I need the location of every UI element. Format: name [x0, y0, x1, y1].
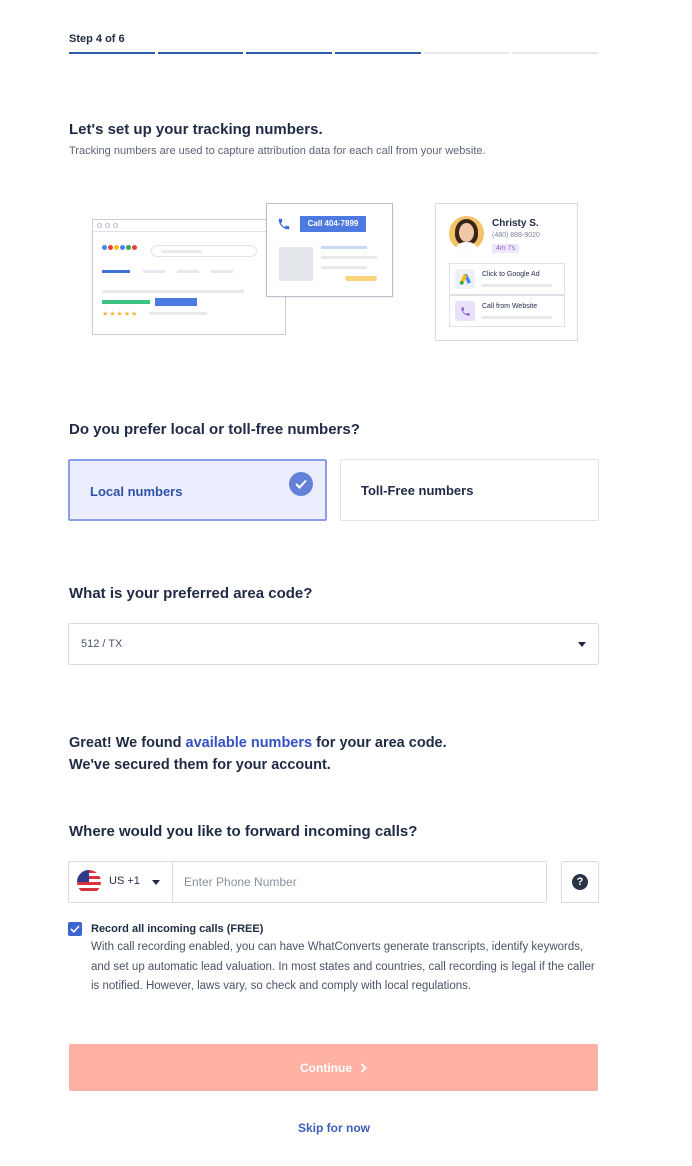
image-placeholder — [279, 247, 313, 281]
progress-segment — [157, 52, 244, 54]
option-label: Local numbers — [90, 484, 183, 499]
chevron-down-icon — [152, 880, 160, 885]
contact-phone: (480) 888-9020 — [492, 232, 540, 239]
record-calls-label[interactable]: Record all incoming calls (FREE) — [91, 923, 263, 935]
country-code-label: US +1 — [109, 875, 140, 887]
search-bar-mockup — [151, 245, 257, 257]
contact-name: Christy S. — [492, 218, 539, 229]
area-code-question: What is your preferred area code? — [69, 585, 313, 602]
progress-bar — [69, 52, 599, 55]
forwarding-question: Where would you like to forward incoming… — [69, 823, 418, 840]
help-button[interactable]: ? — [561, 861, 599, 903]
local-numbers-option[interactable]: Local numbers — [68, 459, 327, 521]
checkmark-icon — [70, 925, 80, 933]
phone-icon — [278, 218, 290, 230]
phone-number-field: US +1 — [68, 861, 547, 903]
step-indicator: Step 4 of 6 — [69, 33, 125, 45]
phone-icon — [455, 301, 475, 321]
tracking-illustration: ★★★★★ Call 404-7899 Christy S. (480) 888… — [0, 195, 692, 355]
lead-source-label: Click to Google Ad — [482, 271, 540, 278]
chevron-right-icon — [360, 1062, 367, 1073]
record-calls-checkbox[interactable] — [68, 922, 82, 936]
numbers-found-message: Great! We found available numbers for yo… — [69, 732, 447, 776]
message-text: We've secured them for your account. — [69, 757, 331, 773]
progress-segment — [335, 52, 421, 54]
call-button-mockup: Call 404-7899 — [300, 216, 366, 232]
number-type-question: Do you prefer local or toll-free numbers… — [69, 421, 360, 438]
country-code-select[interactable]: US +1 — [69, 862, 173, 902]
chevron-down-icon — [578, 642, 586, 647]
avatar — [449, 216, 484, 251]
google-logo-icon — [102, 245, 137, 250]
option-label: Toll-Free numbers — [361, 483, 474, 498]
continue-label: Continue — [300, 1060, 352, 1075]
call-duration-badge: 4m 7s — [492, 244, 520, 253]
page-title: Let's set up your tracking numbers. — [69, 121, 323, 138]
progress-segment — [69, 52, 155, 54]
skip-link[interactable]: Skip for now — [0, 1121, 668, 1135]
phone-number-input[interactable] — [174, 862, 544, 902]
contact-card-mockup: Christy S. (480) 888-9020 4m 7s Click to… — [435, 203, 578, 341]
toll-free-numbers-option[interactable]: Toll-Free numbers — [340, 459, 599, 521]
progress-segment — [423, 52, 510, 54]
message-text: for your area code. — [312, 735, 447, 751]
page-subtitle: Tracking numbers are used to capture att… — [69, 145, 486, 157]
record-calls-description: With call recording enabled, you can hav… — [91, 941, 595, 992]
lead-source-row: Click to Google Ad — [449, 263, 565, 295]
checkmark-icon — [289, 472, 313, 496]
progress-segment — [246, 52, 333, 54]
available-numbers-link[interactable]: available numbers — [186, 735, 313, 751]
continue-button[interactable]: Continue — [69, 1044, 598, 1091]
progress-segment — [512, 52, 599, 54]
rating-stars: ★★★★★ — [102, 311, 139, 318]
us-flag-icon — [77, 870, 101, 894]
browser-mockup: ★★★★★ — [92, 219, 286, 335]
area-code-select[interactable]: 512 / TX — [68, 623, 599, 665]
call-widget-mockup: Call 404-7899 — [266, 203, 393, 297]
message-text: Great! We found — [69, 735, 186, 751]
question-icon: ? — [572, 874, 588, 890]
lead-source-label: Call from Website — [482, 303, 538, 310]
lead-source-row: Call from Website — [449, 295, 565, 327]
google-ads-icon — [455, 269, 475, 289]
area-code-value: 512 / TX — [81, 638, 123, 650]
browser-titlebar — [93, 220, 285, 232]
